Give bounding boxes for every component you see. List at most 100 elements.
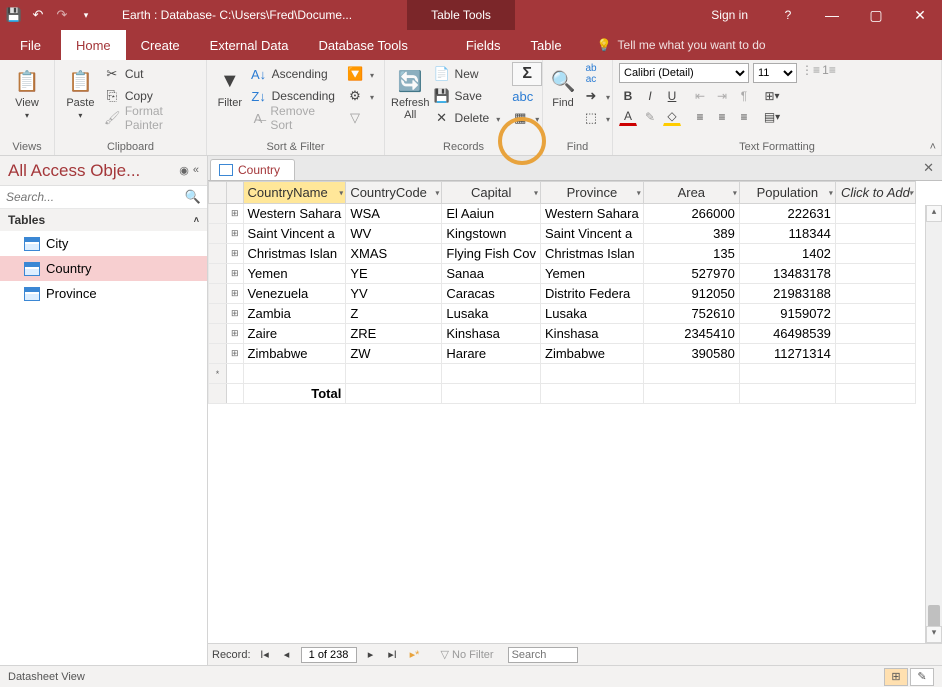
cell[interactable]: Zimbabwe bbox=[243, 344, 346, 364]
row-selector[interactable] bbox=[209, 304, 227, 324]
find-button[interactable]: 🔍 Find bbox=[549, 63, 577, 135]
cell[interactable]: Zambia bbox=[243, 304, 346, 324]
cell[interactable]: Lusaka bbox=[541, 304, 644, 324]
cell[interactable]: Saint Vincent a bbox=[243, 224, 346, 244]
next-record-button[interactable]: ▸ bbox=[363, 648, 379, 661]
cell[interactable]: 21983188 bbox=[739, 284, 835, 304]
cell[interactable]: 389 bbox=[643, 224, 739, 244]
row-selector[interactable] bbox=[209, 204, 227, 224]
undo-icon[interactable]: ↶ bbox=[30, 7, 46, 23]
cell[interactable]: Christmas Islan bbox=[243, 244, 346, 264]
bullets-icon[interactable]: ⋮≡ bbox=[801, 63, 817, 83]
record-position-input[interactable] bbox=[301, 647, 357, 663]
tab-create[interactable]: Create bbox=[126, 30, 195, 60]
data-grid[interactable]: CountryName▾ CountryCode▾ Capital▾ Provi… bbox=[208, 181, 916, 404]
cell[interactable]: 912050 bbox=[643, 284, 739, 304]
expand-icon[interactable]: ⊞ bbox=[227, 244, 244, 264]
cell[interactable]: 13483178 bbox=[739, 264, 835, 284]
vertical-scrollbar[interactable]: ▴ ▾ bbox=[925, 205, 942, 643]
cell[interactable]: 1402 bbox=[739, 244, 835, 264]
nav-item-province[interactable]: Province bbox=[0, 281, 207, 306]
expand-icon[interactable]: ⊞ bbox=[227, 324, 244, 344]
table-row[interactable]: ⊞ Zambia Z Lusaka Lusaka 752610 9159072 bbox=[209, 304, 916, 324]
row-selector[interactable] bbox=[209, 264, 227, 284]
cell[interactable]: Kinshasa bbox=[541, 324, 644, 344]
new-row-marker[interactable]: * bbox=[209, 364, 227, 384]
column-header-area[interactable]: Area▾ bbox=[643, 182, 739, 204]
fill-color-button[interactable]: ◇ bbox=[663, 108, 681, 126]
cell[interactable]: 135 bbox=[643, 244, 739, 264]
nav-item-city[interactable]: City bbox=[0, 231, 207, 256]
table-row[interactable]: ⊞ Zimbabwe ZW Harare Zimbabwe 390580 112… bbox=[209, 344, 916, 364]
cell[interactable]: 390580 bbox=[643, 344, 739, 364]
underline-button[interactable]: U bbox=[663, 87, 681, 105]
row-selector[interactable] bbox=[209, 224, 227, 244]
cell[interactable]: Z bbox=[346, 304, 442, 324]
table-row[interactable]: ⊞ Western Sahara WSA El Aaiun Western Sa… bbox=[209, 204, 916, 224]
cell[interactable]: WV bbox=[346, 224, 442, 244]
cell[interactable] bbox=[835, 324, 915, 344]
cell[interactable]: Sanaa bbox=[442, 264, 541, 284]
cell[interactable]: 2345410 bbox=[643, 324, 739, 344]
help-icon[interactable]: ? bbox=[766, 8, 810, 22]
cell[interactable]: Kinshasa bbox=[442, 324, 541, 344]
close-object-icon[interactable]: ✕ bbox=[923, 160, 934, 176]
italic-button[interactable]: I bbox=[641, 87, 659, 105]
cell[interactable]: Christmas Islan bbox=[541, 244, 644, 264]
cell[interactable]: ZW bbox=[346, 344, 442, 364]
refresh-all-button[interactable]: 🔄 Refresh All bbox=[391, 63, 430, 135]
expand-icon[interactable]: ⊞ bbox=[227, 284, 244, 304]
cell[interactable]: 222631 bbox=[739, 204, 835, 224]
collapse-ribbon-icon[interactable]: ˄ bbox=[930, 141, 936, 153]
tab-fields[interactable]: Fields bbox=[451, 30, 516, 60]
last-record-button[interactable]: ▸I bbox=[385, 648, 401, 661]
cell[interactable] bbox=[835, 344, 915, 364]
filter-indicator[interactable]: ▽No Filter bbox=[441, 648, 494, 661]
nav-filter-icon[interactable]: ◉ bbox=[179, 164, 189, 177]
cell[interactable] bbox=[835, 204, 915, 224]
bold-button[interactable]: B bbox=[619, 87, 637, 105]
selection-filter-button[interactable]: 🔽 bbox=[343, 63, 378, 85]
delete-record-button[interactable]: ✕Delete bbox=[430, 107, 505, 129]
object-tab-country[interactable]: Country bbox=[210, 159, 295, 180]
remove-sort-button[interactable]: A̶Remove Sort bbox=[247, 107, 339, 129]
cell[interactable]: YV bbox=[346, 284, 442, 304]
goto-button[interactable]: ➜ bbox=[579, 85, 614, 107]
gridlines-button[interactable]: ⊞▾ bbox=[763, 87, 781, 105]
tab-external-data[interactable]: External Data bbox=[195, 30, 304, 60]
cell[interactable] bbox=[835, 264, 915, 284]
cell[interactable]: ZRE bbox=[346, 324, 442, 344]
cell[interactable]: 752610 bbox=[643, 304, 739, 324]
scroll-up-icon[interactable]: ▴ bbox=[926, 205, 942, 222]
total-row-selector[interactable] bbox=[209, 384, 227, 404]
tab-home[interactable]: Home bbox=[61, 30, 126, 60]
scroll-down-icon[interactable]: ▾ bbox=[926, 626, 942, 643]
nav-item-country[interactable]: Country bbox=[0, 256, 207, 281]
sign-in-link[interactable]: Sign in bbox=[693, 8, 766, 22]
font-family-select[interactable]: Calibri (Detail) bbox=[619, 63, 749, 83]
new-record-button[interactable]: 📄New bbox=[430, 63, 505, 85]
column-header-add[interactable]: Click to Add▾ bbox=[835, 182, 915, 204]
more-records-button[interactable]: ▦ bbox=[508, 107, 546, 129]
numbering-icon[interactable]: 1≡ bbox=[821, 63, 837, 83]
align-left-button[interactable]: ≡ bbox=[691, 108, 709, 126]
totals-button[interactable]: Σ bbox=[508, 63, 546, 85]
cell[interactable]: 11271314 bbox=[739, 344, 835, 364]
table-row[interactable]: ⊞ Yemen YE Sanaa Yemen 527970 13483178 bbox=[209, 264, 916, 284]
cell[interactable]: XMAS bbox=[346, 244, 442, 264]
alternate-fill-button[interactable]: ▤▾ bbox=[763, 108, 781, 126]
cell[interactable]: Harare bbox=[442, 344, 541, 364]
nav-collapse-icon[interactable]: « bbox=[193, 164, 199, 177]
row-selector[interactable] bbox=[209, 244, 227, 264]
tab-table[interactable]: Table bbox=[516, 30, 577, 60]
restore-button[interactable]: ▢ bbox=[854, 7, 898, 24]
advanced-filter-button[interactable]: ⚙ bbox=[343, 85, 378, 107]
cell[interactable]: Yemen bbox=[541, 264, 644, 284]
table-row[interactable]: ⊞ Christmas Islan XMAS Flying Fish Cov C… bbox=[209, 244, 916, 264]
text-direction-button[interactable]: ¶ bbox=[735, 87, 753, 105]
tab-file[interactable]: File bbox=[0, 30, 61, 60]
save-icon[interactable]: 💾 bbox=[6, 7, 22, 23]
ascending-button[interactable]: A↓Ascending bbox=[247, 63, 339, 85]
first-record-button[interactable]: I◂ bbox=[257, 648, 273, 661]
record-search-input[interactable] bbox=[508, 647, 578, 663]
